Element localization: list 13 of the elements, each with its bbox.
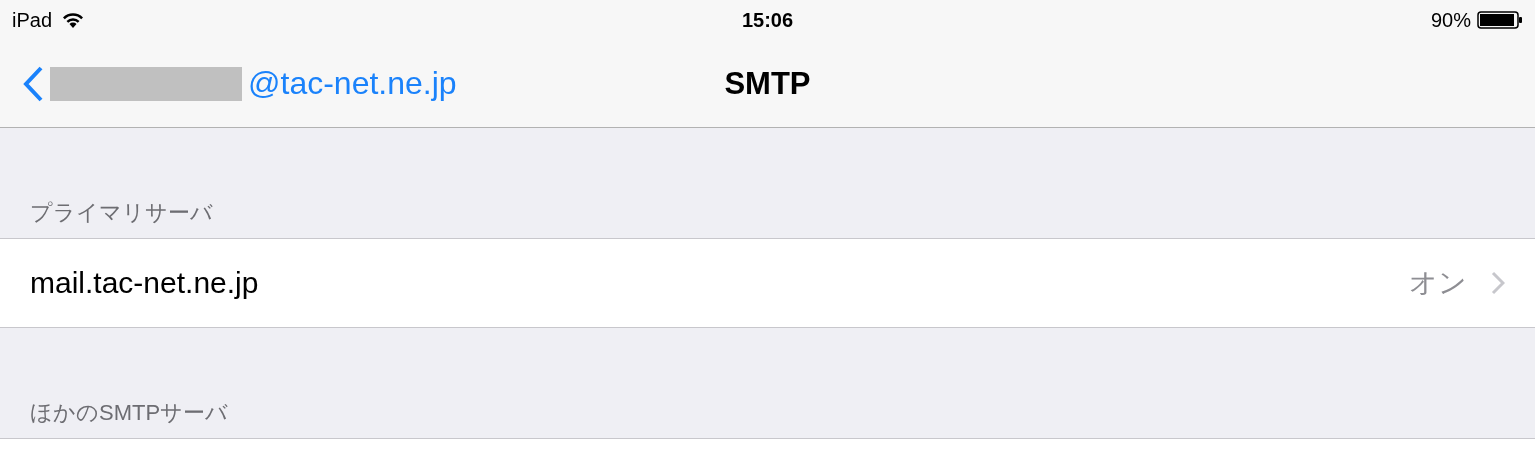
server-label: mail.tac-net.ne.jp (30, 266, 260, 300)
server-status: オン (1409, 266, 1467, 300)
battery-percent: 90% (1430, 8, 1471, 32)
section-header: プライマリサーバ (30, 199, 213, 227)
back-chevron-icon (22, 64, 44, 103)
section-header: ほかのSMTPサーバ (30, 399, 229, 427)
status-time: 15:06 (741, 8, 794, 31)
battery-icon (1477, 11, 1523, 29)
server-row[interactable]: mail.tac-net.ne.jp オン (0, 239, 1535, 327)
chevron-icon (1491, 271, 1505, 295)
nav-title: SMTP (724, 65, 811, 101)
wifi-icon (62, 12, 85, 28)
device-name: iPad (12, 8, 53, 32)
